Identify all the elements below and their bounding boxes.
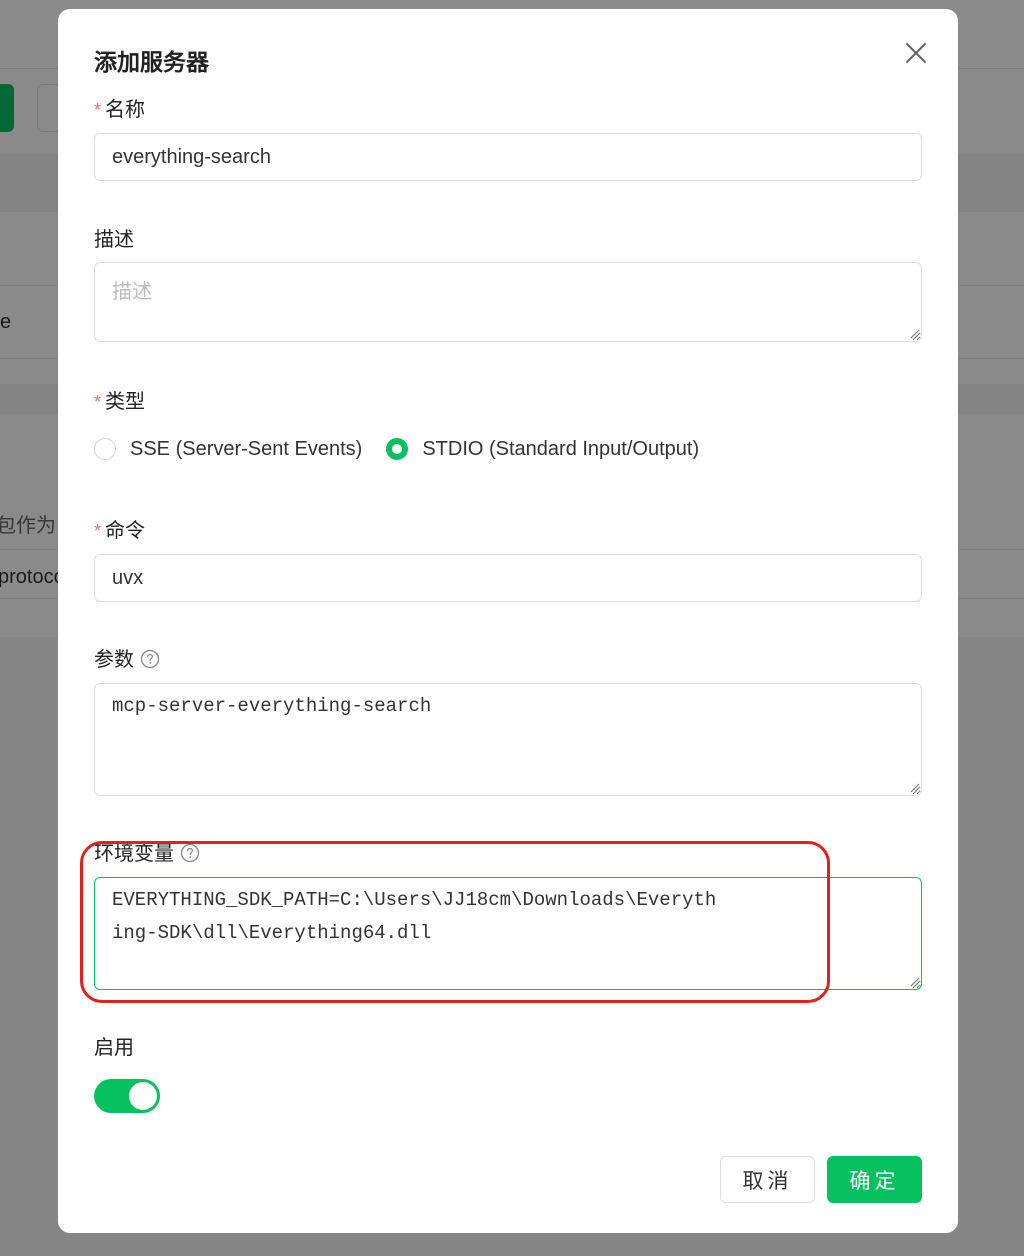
required-mark: * (94, 521, 102, 541)
name-label: * 名称 (94, 99, 146, 121)
description-textarea[interactable] (94, 262, 922, 342)
help-icon[interactable] (140, 649, 160, 669)
args-textarea[interactable]: mcp-server-everything-search (94, 683, 922, 796)
name-input[interactable] (94, 133, 922, 181)
enabled-label: 启用 (94, 1037, 134, 1059)
radio-unchecked-icon (94, 438, 116, 460)
radio-checked-icon (386, 438, 409, 460)
cancel-button[interactable]: 取消 (720, 1156, 815, 1203)
description-label: 描述 (94, 229, 134, 251)
dialog-title: 添加服务器 (94, 49, 209, 75)
switch-knob (129, 1082, 157, 1110)
close-button[interactable] (900, 37, 932, 69)
radio-stdio-label: STDIO (Standard Input/Output) (422, 437, 700, 460)
enabled-switch[interactable] (94, 1079, 160, 1113)
env-label: 环境变量 (94, 837, 200, 866)
radio-sse-label: SSE (Server-Sent Events) (130, 437, 363, 460)
radio-sse[interactable]: SSE (Server-Sent Events) (94, 438, 362, 461)
type-radio-group: SSE (Server-Sent Events) STDIO (Standard… (94, 434, 723, 464)
close-icon (906, 43, 926, 63)
command-input[interactable] (94, 554, 922, 602)
required-mark: * (94, 100, 102, 120)
help-icon[interactable] (180, 843, 200, 863)
required-mark: * (94, 392, 102, 412)
command-label: * 命令 (94, 520, 146, 542)
args-label: 参数 (94, 643, 160, 672)
env-textarea[interactable]: EVERYTHING_SDK_PATH=C:\Users\JJ18cm\Down… (94, 877, 922, 990)
confirm-button[interactable]: 确定 (827, 1156, 922, 1203)
type-label: * 类型 (94, 391, 146, 413)
add-server-dialog: 添加服务器 *名称 描述 *类型 SSE (Server-Sent Events… (58, 9, 958, 1233)
radio-stdio[interactable]: STDIO (Standard Input/Output) (386, 438, 699, 461)
